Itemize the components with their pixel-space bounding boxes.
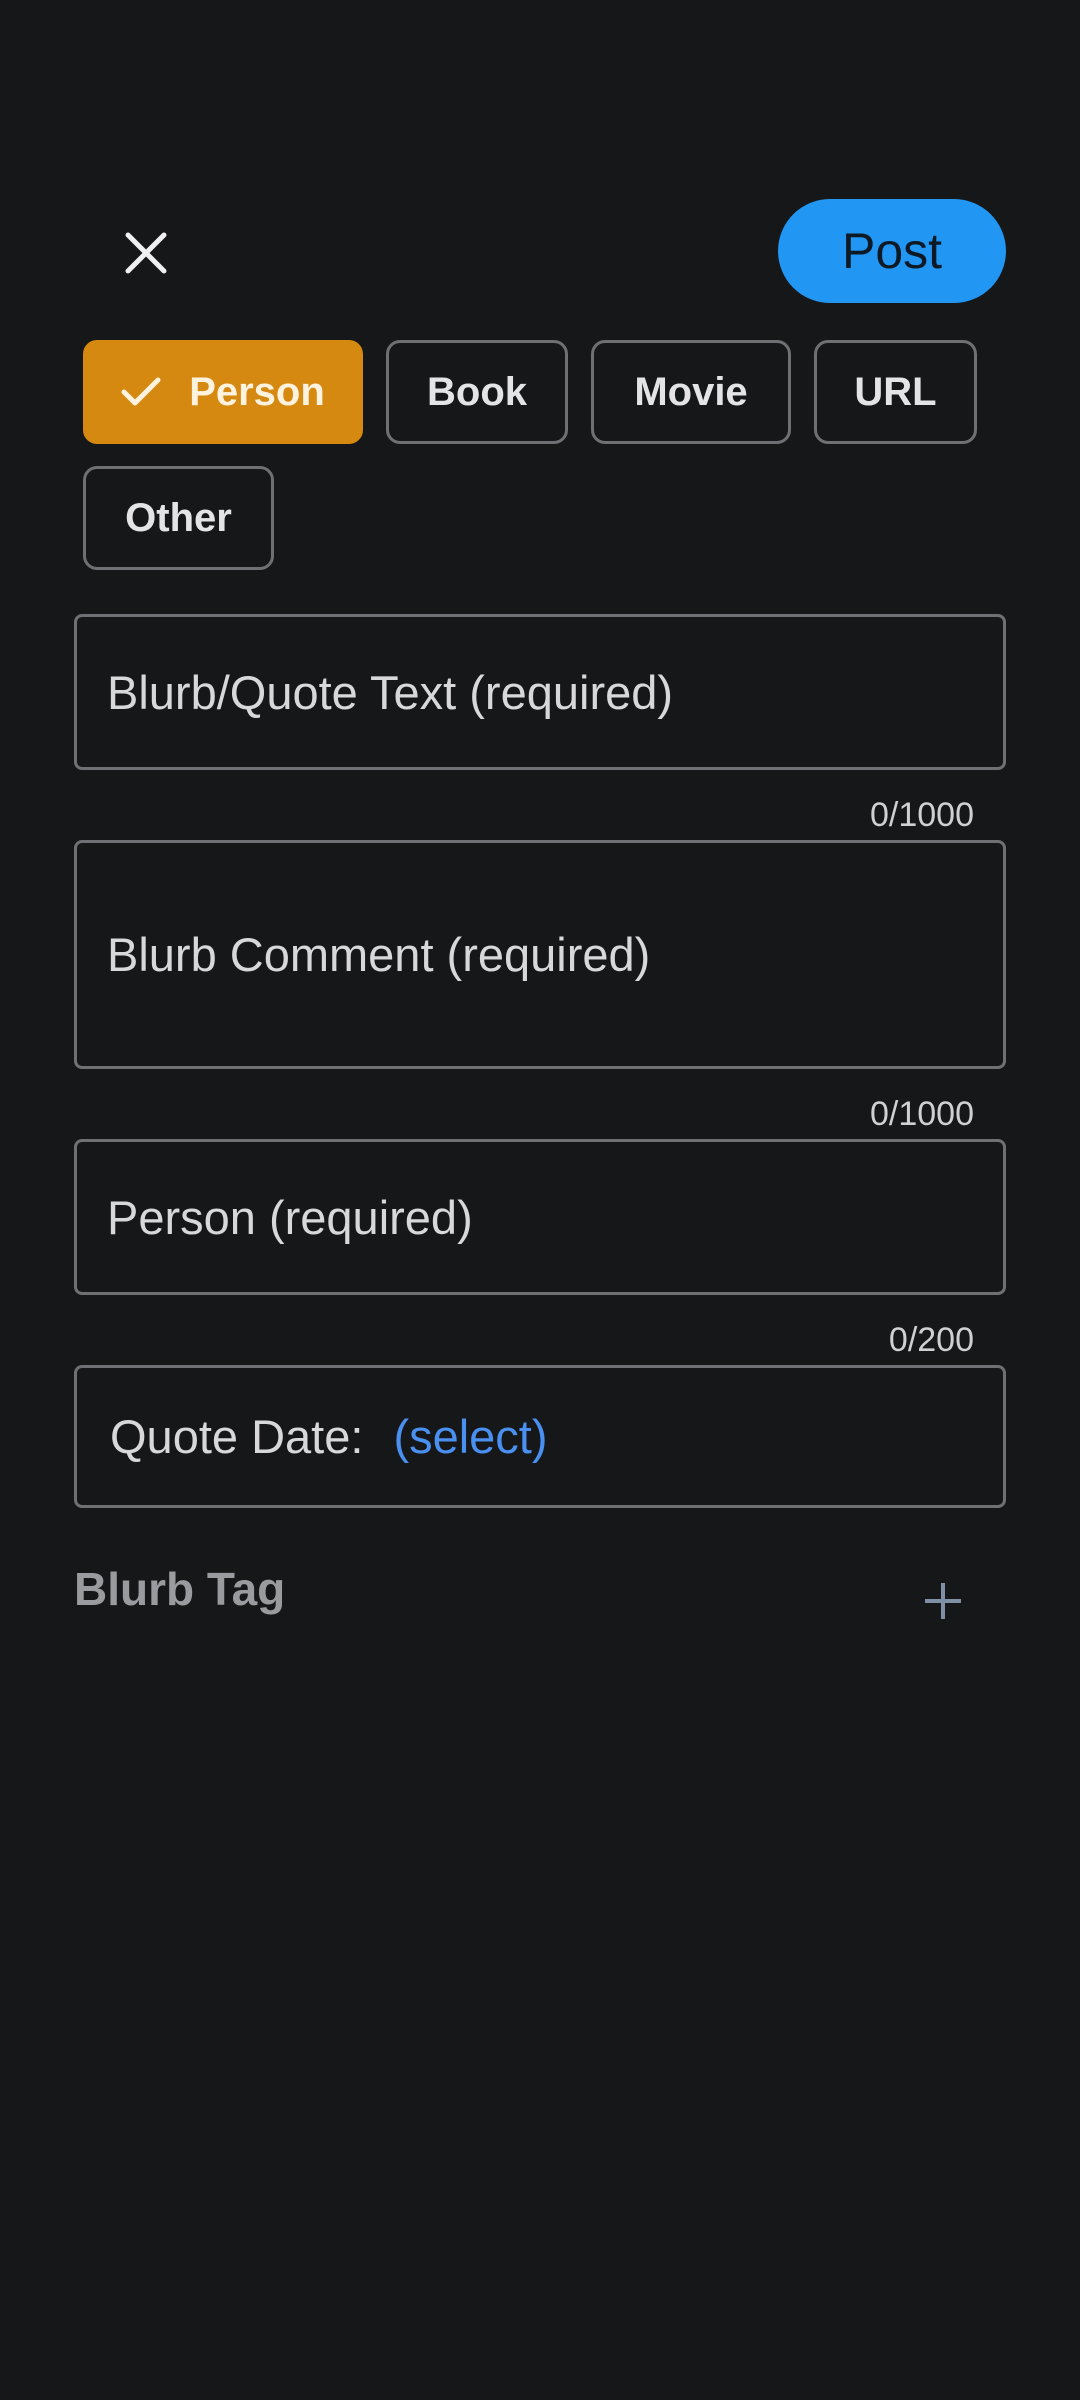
comment-input[interactable]: Blurb Comment (required) — [74, 840, 1006, 1069]
quote-date-field[interactable]: Quote Date: (select) — [74, 1365, 1006, 1508]
quote-text-placeholder: Blurb/Quote Text (required) — [107, 665, 674, 719]
chip-label: Other — [125, 495, 232, 540]
chip-movie[interactable]: Movie — [591, 340, 791, 444]
checkmark-icon — [121, 376, 161, 408]
comment-counter: 0/1000 — [870, 1095, 974, 1133]
close-button[interactable] — [111, 220, 181, 290]
chip-label: URL — [854, 369, 937, 414]
chip-person[interactable]: Person — [83, 340, 363, 444]
chip-label: Book — [427, 369, 527, 414]
person-placeholder: Person (required) — [107, 1190, 473, 1244]
comment-placeholder: Blurb Comment (required) — [107, 928, 651, 981]
chip-label: Movie — [634, 369, 748, 414]
chip-other[interactable]: Other — [83, 466, 274, 570]
close-icon — [124, 231, 168, 280]
quote-date-select[interactable]: (select) — [393, 1409, 547, 1464]
chip-label: Person — [189, 369, 325, 414]
person-counter: 0/200 — [888, 1321, 974, 1359]
quote-text-input[interactable]: Blurb/Quote Text (required) — [74, 614, 1006, 770]
person-input[interactable]: Person (required) — [74, 1139, 1006, 1295]
add-tag-button[interactable] — [912, 1572, 974, 1634]
chip-url[interactable]: URL — [814, 340, 977, 444]
post-button[interactable]: Post — [778, 199, 1006, 303]
blurb-tag-label: Blurb Tag — [74, 1563, 286, 1615]
quote-text-counter: 0/1000 — [870, 796, 974, 834]
plus-icon — [923, 1581, 963, 1626]
quote-date-label: Quote Date: — [110, 1410, 364, 1463]
chip-book[interactable]: Book — [386, 340, 568, 444]
